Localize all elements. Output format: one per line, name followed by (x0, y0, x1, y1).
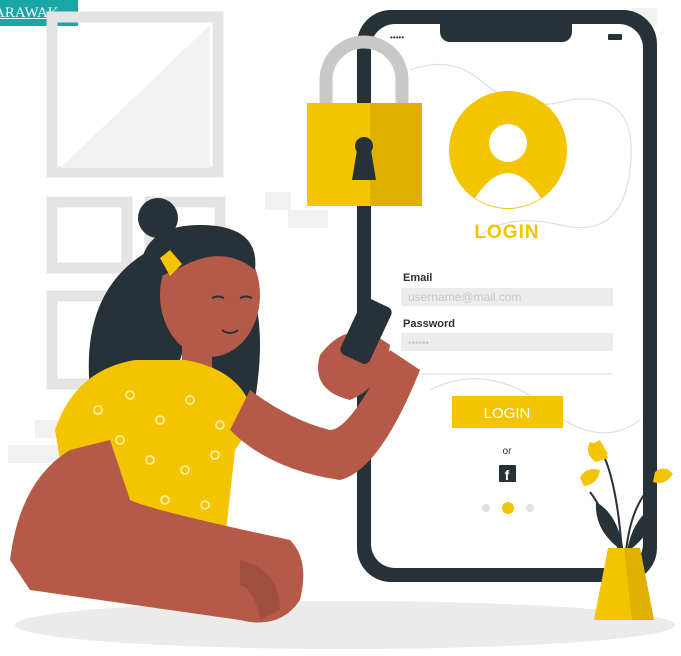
page-dot (526, 504, 534, 512)
or-text: or (503, 446, 513, 457)
wall-brick (288, 210, 328, 228)
status-signal: ••••• (390, 33, 404, 42)
window-glare (60, 25, 210, 168)
password-label: Password (403, 318, 455, 330)
email-label: Email (403, 272, 432, 284)
password-field[interactable] (401, 333, 613, 351)
email-placeholder: username@mail.com (408, 290, 522, 304)
hair-bun (138, 198, 178, 238)
facebook-glyph: f (505, 467, 510, 483)
password-value: •••••• (408, 338, 430, 349)
login-title: LOGIN (474, 222, 539, 243)
phone-notch (440, 24, 572, 42)
padlock-shade (370, 103, 422, 206)
floor-shadow (15, 601, 675, 649)
avatar-head-icon (489, 124, 527, 162)
page-dot (482, 504, 490, 512)
battery-icon (608, 34, 622, 40)
login-button-label: LOGIN (484, 405, 531, 422)
page-dot-active (502, 502, 514, 514)
wall-brick (265, 192, 291, 210)
login-illustration: ••••• LOGIN Email username@mail.com Pass… (8, 8, 675, 649)
window-frame-mid-left (46, 196, 133, 274)
